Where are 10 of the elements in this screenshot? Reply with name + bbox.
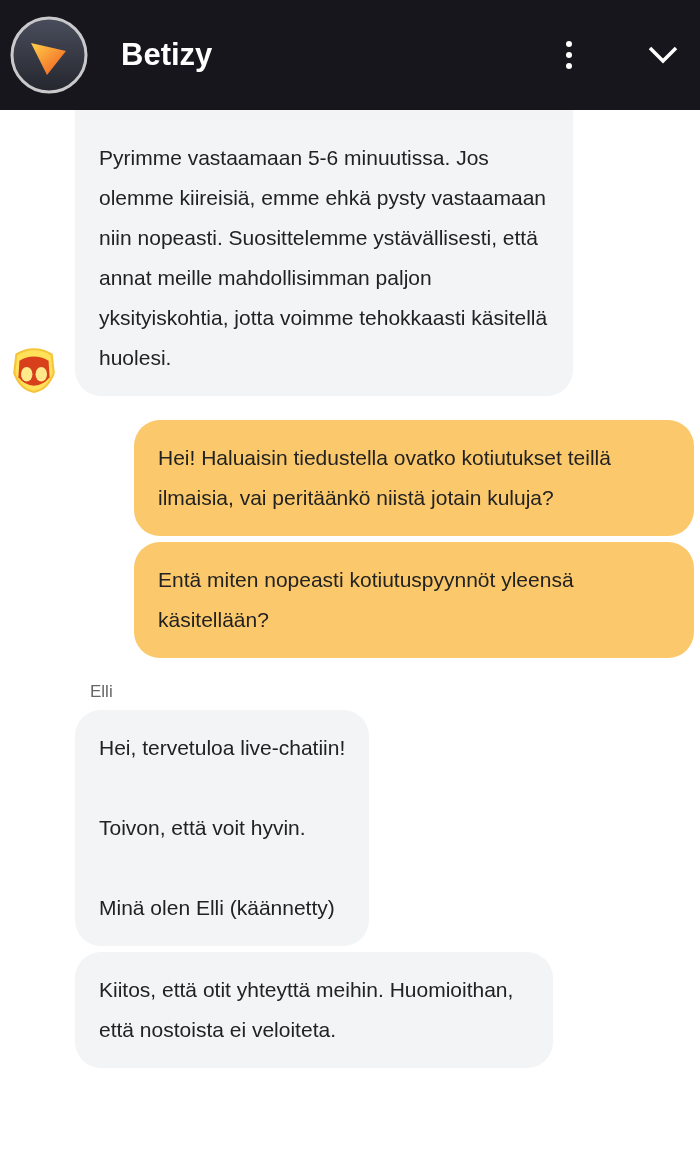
message-bubble: Hei! Haluaisin tiedustella ovatko kotiutukset teillä ilmaisia, vai peritäänkö niistä jotain kuluja? [134,420,694,536]
chat-title: Betizy [121,37,214,73]
collapse-chevron-icon[interactable] [648,46,678,64]
message-bubble: Kiitos, että otit yhteyttä meihin. Huomioithan, että nostoista ei veloiteta. [75,952,553,1068]
logo-icon [9,15,89,95]
message-bubble: Pyrimme vastaamaan 5-6 minuutissa. Jos olemme kiireisiä, emme ehkä pysty vastaamaan niin nopeasti. Suosittelemme ystävällisesti, että annat meille mahdollisimman paljon yksityiskohtia, jotta voimme tehokkaasti käsitellä huolesi. [75,110,573,396]
sender-name: Elli [90,682,114,702]
more-options-icon[interactable] [564,40,574,70]
message-bubble: Entä miten nopeasti kotiutuspyynnöt yleensä käsitellään? [134,542,694,658]
message-bubble: Hei, tervetuloa live-chatiin! Toivon, että voit hyvin. Minä olen Elli (käännetty) [75,710,370,946]
